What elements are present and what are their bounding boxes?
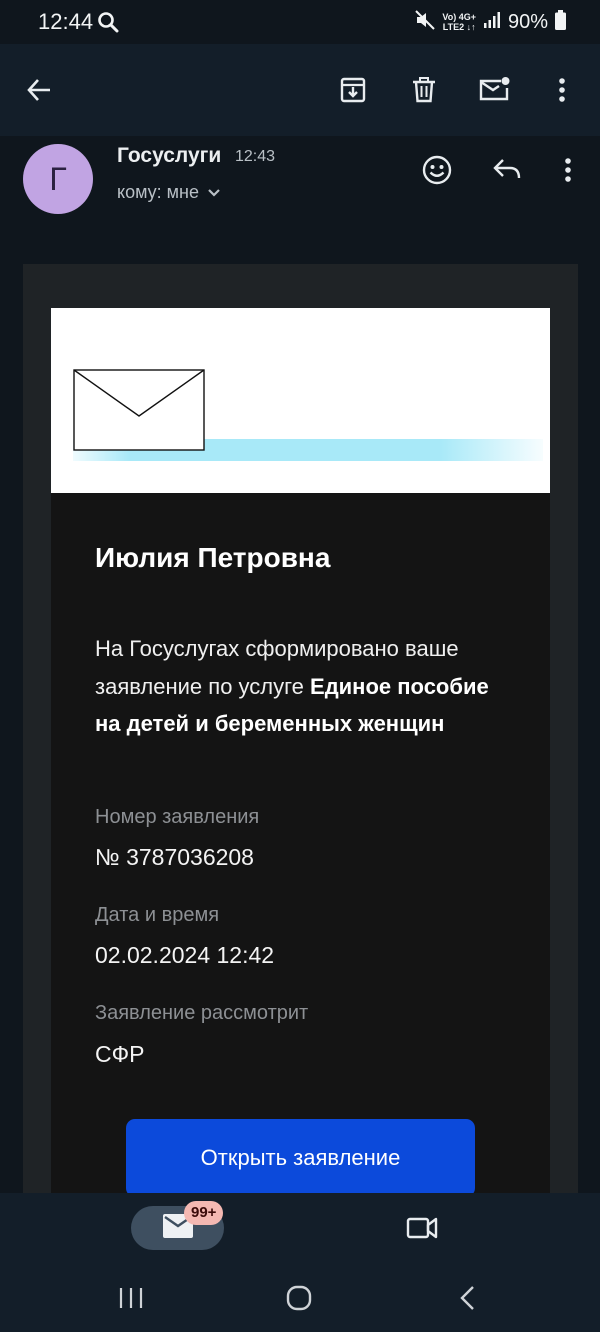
back-icon[interactable] xyxy=(448,1281,488,1315)
sender-header: Г Госуслуги 12:43 кому: мне xyxy=(0,138,600,228)
back-arrow-icon[interactable] xyxy=(17,68,61,112)
battery-icon xyxy=(555,9,566,35)
archive-icon[interactable] xyxy=(331,68,375,112)
meet-video-icon[interactable] xyxy=(402,1211,442,1245)
application-number-value: № 3787036208 xyxy=(95,844,254,870)
more-vert-icon[interactable] xyxy=(540,68,584,112)
battery-percent: 90% xyxy=(507,10,548,33)
status-indicators: Vo) 4G+ LTE2 ↓↑ 90% xyxy=(415,8,566,36)
bottom-navigation: 99+ xyxy=(0,1193,600,1332)
mute-icon xyxy=(415,9,436,35)
unread-badge: 99+ xyxy=(184,1201,224,1225)
status-bar: 12:44 Vo) 4G+ LTE2 ↓↑ 90% xyxy=(0,0,600,44)
recent-apps-icon[interactable] xyxy=(111,1281,151,1315)
emoji-icon[interactable] xyxy=(417,150,457,190)
recipient-label: кому: мне xyxy=(117,182,199,202)
reply-icon[interactable] xyxy=(487,150,527,190)
greeting: Июлия Петровна xyxy=(95,542,331,573)
sender-name: Госуслуги xyxy=(117,144,222,167)
open-application-button[interactable]: Открыть заявление xyxy=(126,1119,475,1197)
network-top: Vo) 4G+ xyxy=(442,12,476,22)
envelope-icon xyxy=(73,369,205,451)
status-time: 12:44 xyxy=(38,9,94,34)
network-bottom: LTE2 ↓↑ xyxy=(442,22,476,32)
sender-time: 12:43 xyxy=(235,148,276,165)
message-toolbar xyxy=(0,44,600,136)
date-time-value: 02.02.2024 12:42 xyxy=(95,942,275,968)
email-card: Июлия Петровна На Госуслугах сформирован… xyxy=(51,308,550,1208)
mark-unread-icon[interactable] xyxy=(472,68,516,112)
delete-icon[interactable] xyxy=(402,68,446,112)
email-body: Июлия Петровна На Госуслугах сформирован… xyxy=(23,264,578,1208)
reviewer-value: СФР xyxy=(95,1041,145,1067)
reviewer-label: Заявление рассмотрит xyxy=(95,1002,309,1024)
recipient-toggle[interactable]: кому: мне xyxy=(117,182,221,203)
search-icon xyxy=(97,11,119,33)
application-number-label: Номер заявления xyxy=(95,806,260,828)
chevron-down-icon xyxy=(207,182,221,203)
network-indicator: Vo) 4G+ LTE2 ↓↑ xyxy=(442,12,476,32)
home-icon[interactable] xyxy=(279,1281,319,1315)
avatar[interactable]: Г xyxy=(23,144,93,214)
signal-icon xyxy=(483,11,501,34)
date-time-label: Дата и время xyxy=(95,904,220,926)
message-text: На Госуслугах сформировано ваше заявлени… xyxy=(95,630,515,743)
more-vert-icon[interactable] xyxy=(548,150,588,190)
email-banner xyxy=(51,308,550,493)
